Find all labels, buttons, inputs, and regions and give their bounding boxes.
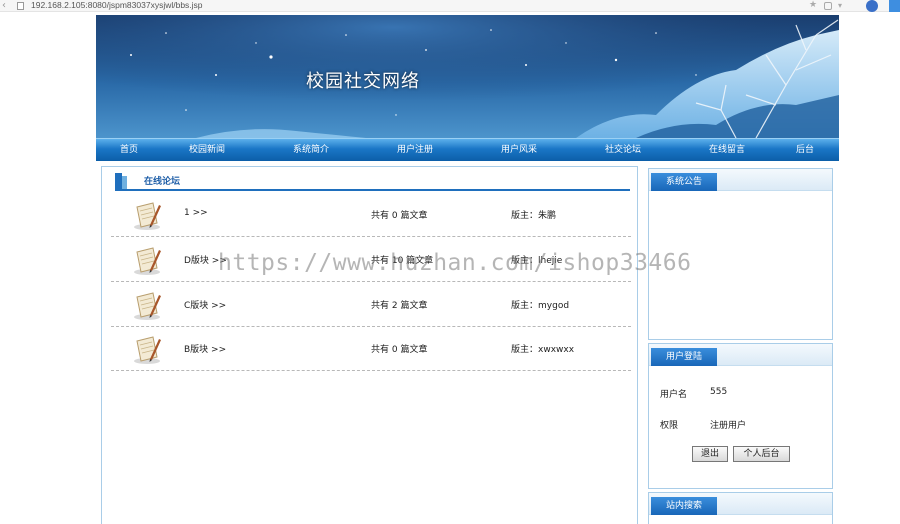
moderator-label: 版主： xyxy=(511,345,539,355)
board-name-link[interactable]: C版块 >> xyxy=(184,298,226,311)
extension-badge-icon[interactable] xyxy=(889,0,900,12)
login-actions: 退出 个人后台 xyxy=(649,446,834,464)
board-post-count: 共有 0 篇文章 xyxy=(371,211,428,221)
login-info: 用户名 555 权限 注册用户 退出 个人后台 xyxy=(649,366,832,486)
board-row: 1 >> 共有 0 篇文章 版主：朱鹏 xyxy=(111,193,631,237)
logout-button[interactable]: 退出 xyxy=(692,446,728,462)
board-scroll-icon xyxy=(131,333,163,365)
board-name-link[interactable]: 1 >> xyxy=(184,208,208,218)
role-label: 权限 xyxy=(660,421,679,431)
username-value: 555 xyxy=(710,387,728,397)
moderator-label: 版主： xyxy=(511,301,539,311)
extension-icon[interactable] xyxy=(824,2,832,10)
login-header: 用户登陆 xyxy=(649,344,832,366)
search-header: 站内搜索 xyxy=(649,493,832,515)
role-value: 注册用户 xyxy=(710,421,747,431)
nav-user-showcase[interactable]: 用户风采 xyxy=(501,139,537,161)
bookmark-star-icon[interactable]: ★ xyxy=(809,0,817,11)
board-post-count: 共有 2 篇文章 xyxy=(371,301,428,311)
menu-chevron-icon[interactable]: ▾ xyxy=(838,1,842,11)
page-icon xyxy=(17,2,24,10)
board-moderator: 版主：朱鹏 xyxy=(511,208,556,221)
forum-title: 在线论坛 xyxy=(144,177,181,187)
section-marker-accent xyxy=(122,176,127,189)
notice-title: 系统公告 xyxy=(651,173,717,191)
nav-admin[interactable]: 后台 xyxy=(796,139,814,161)
site-title: 校园社交网络 xyxy=(306,71,420,92)
url-field[interactable]: 192.168.2.105:8080/jspm83037xysjwl/bbs.j… xyxy=(31,0,203,11)
profile-icon[interactable] xyxy=(866,0,878,12)
nav-social-forum[interactable]: 社交论坛 xyxy=(605,139,641,161)
board-scroll-icon xyxy=(131,244,163,276)
moderator-name: xwxwxx xyxy=(538,345,575,355)
board-row: C版块 >> 共有 2 篇文章 版主：mygod xyxy=(111,283,631,327)
board-row: B版块 >> 共有 0 篇文章 版主：xwxwxx xyxy=(111,327,631,371)
moderator-name: mygod xyxy=(538,301,570,311)
forum-header: 在线论坛 xyxy=(115,172,630,191)
moderator-name: 朱鹏 xyxy=(538,211,557,221)
nav-online-message[interactable]: 在线留言 xyxy=(709,139,745,161)
notice-header: 系统公告 xyxy=(649,169,832,191)
watermark-text: https://www.huzhan.com/ishop33466 xyxy=(218,250,692,276)
search-title: 站内搜索 xyxy=(651,497,717,515)
banner-artwork xyxy=(96,15,839,138)
nav-system-intro[interactable]: 系统简介 xyxy=(293,139,329,161)
nav-campus-news[interactable]: 校园新闻 xyxy=(189,139,225,161)
section-marker-icon xyxy=(115,173,122,189)
board-post-count: 共有 0 篇文章 xyxy=(371,345,428,355)
personal-admin-button[interactable]: 个人后台 xyxy=(733,446,790,462)
site-banner: 校园社交网络 xyxy=(96,15,839,138)
board-moderator: 版主：mygod xyxy=(511,298,569,311)
login-box: 用户登陆 用户名 555 权限 注册用户 退出 个人后台 xyxy=(648,343,833,489)
search-box: 站内搜索 xyxy=(648,492,833,524)
username-label: 用户名 xyxy=(660,390,688,400)
nav-user-register[interactable]: 用户注册 xyxy=(397,139,433,161)
board-scroll-icon xyxy=(131,199,163,231)
board-scroll-icon xyxy=(131,289,163,321)
moderator-label: 版主： xyxy=(511,211,539,221)
browser-address-bar: ‹ 192.168.2.105:8080/jspm83037xysjwl/bbs… xyxy=(0,0,900,12)
back-arrow-icon[interactable]: ‹ xyxy=(2,0,6,11)
board-moderator: 版主：xwxwxx xyxy=(511,342,574,355)
main-nav: 首页 校园新闻 系统简介 用户注册 用户风采 社交论坛 在线留言 后台 xyxy=(96,138,839,161)
nav-home[interactable]: 首页 xyxy=(120,139,138,161)
board-name-link[interactable]: B版块 >> xyxy=(184,342,226,355)
login-title: 用户登陆 xyxy=(651,348,717,366)
forum-panel: 在线论坛 1 >> 共有 0 篇文章 版主：朱鹏 D版块 >> 共有 10 篇文… xyxy=(101,166,638,524)
